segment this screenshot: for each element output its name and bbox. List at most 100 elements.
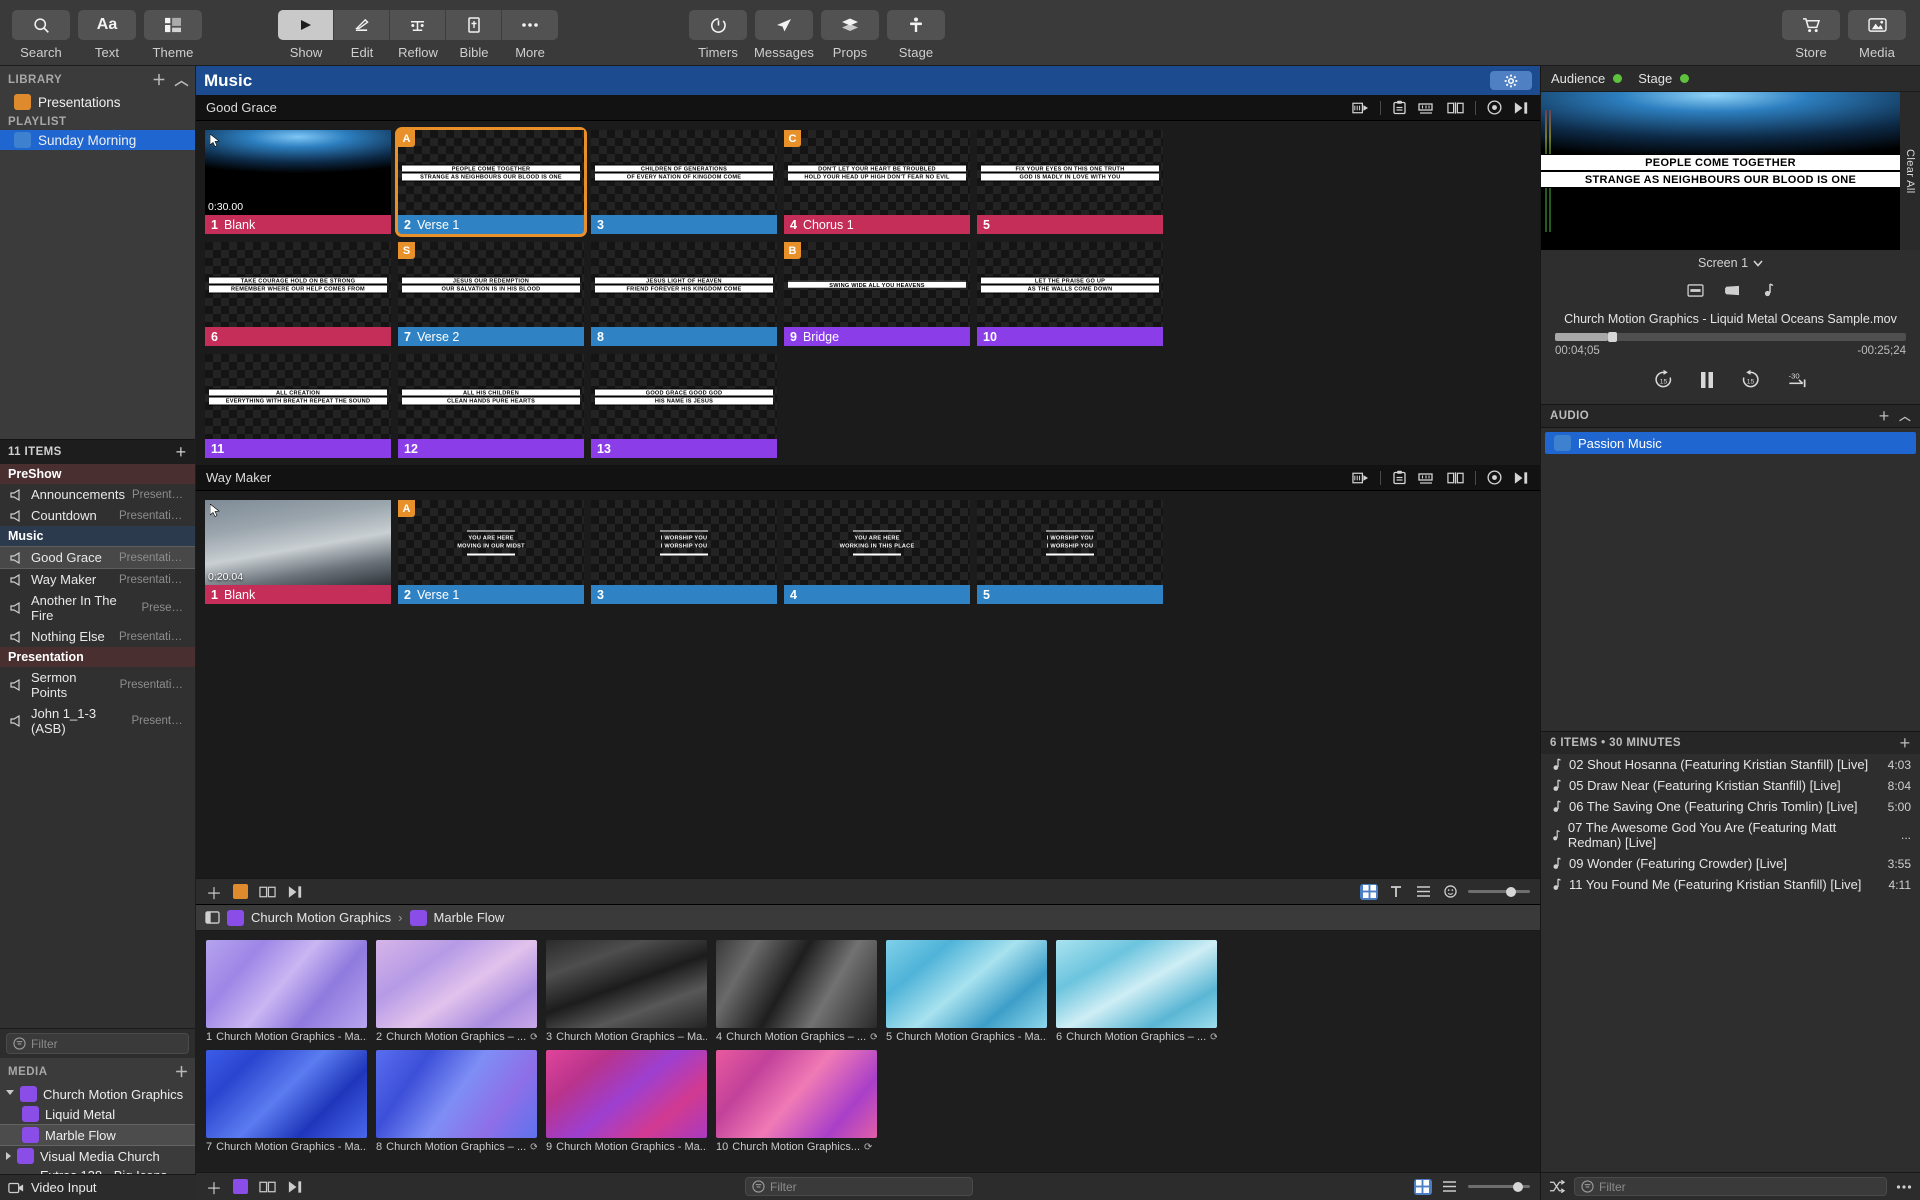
next-slide-icon[interactable] [287, 885, 304, 899]
mode-segmented-control[interactable] [278, 10, 558, 40]
tab-reflow[interactable] [390, 10, 446, 40]
tab-edit[interactable] [334, 10, 390, 40]
slide-item[interactable]: CHILDREN OF GENERATIONS OF EVERY NATION … [591, 130, 777, 234]
slide-item[interactable]: C DON'T LET YOUR HEART BE TROUBLED HOLD … [784, 130, 970, 234]
track-row[interactable]: 02 Shout Hosanna (Featuring Kristian Sta… [1541, 754, 1920, 775]
pause-icon[interactable] [1698, 370, 1716, 390]
timers-button[interactable]: Timers [685, 0, 751, 60]
slide-item[interactable]: I WORSHIP YOU I WORSHIP YOU 5 [977, 500, 1163, 604]
compare-icon[interactable] [1447, 101, 1464, 115]
transition-icon[interactable] [1352, 101, 1369, 115]
next-slide-icon[interactable] [1513, 101, 1530, 115]
back-15-icon[interactable]: 15 [1653, 369, 1674, 390]
media-tree-item-marble-flow[interactable]: Marble Flow [0, 1124, 195, 1146]
screen-selector[interactable]: Screen 1 [1541, 250, 1920, 276]
slide-item[interactable]: LET THE PRAISE GO UP AS THE WALLS COME D… [977, 242, 1163, 346]
media-tree-item-liquid-metal[interactable]: Liquid Metal [0, 1104, 195, 1124]
media-tree-item-church-motion-graphics[interactable]: Church Motion Graphics [0, 1084, 195, 1104]
document-row-way-maker[interactable]: Way Maker Presentations [0, 569, 195, 590]
slide-item[interactable]: A PEOPLE COME TOGETHER STRANGE AS NEIGHB… [395, 127, 587, 237]
arrangement-icon[interactable] [1418, 471, 1436, 485]
media-button[interactable]: Media [1844, 0, 1910, 60]
sidebar-filter-input[interactable]: Filter [6, 1033, 189, 1054]
record-icon[interactable] [1487, 470, 1502, 485]
scrubber-knob[interactable] [1607, 332, 1617, 342]
track-filter-input[interactable]: Filter [1574, 1177, 1887, 1196]
sidebar-toggle-icon[interactable] [205, 911, 220, 924]
record-icon[interactable] [1487, 100, 1502, 115]
disclosure-triangle-icon[interactable] [6, 1089, 14, 1099]
slide-item[interactable]: TAKE COURAGE HOLD ON BE STRONG REMEMBER … [205, 242, 391, 346]
search-button[interactable]: Search [8, 0, 74, 60]
add-library-icon[interactable]: ＋ [152, 70, 167, 90]
forward-15-icon[interactable]: 15 [1740, 369, 1761, 390]
slide-item[interactable]: YOU ARE HERE WORKING IN THIS PLACE 4 [784, 500, 970, 604]
breadcrumb-playlist[interactable]: Marble Flow [434, 910, 505, 925]
tab-show[interactable] [278, 10, 334, 40]
track-row[interactable]: 11 You Found Me (Featuring Kristian Stan… [1541, 874, 1920, 895]
slides-scroll-area[interactable]: Good Grace 0:30.00 1 Blank A PEOPLE COME… [196, 95, 1540, 878]
slider-knob[interactable] [1512, 1181, 1523, 1192]
clear-all-button[interactable]: Clear All [1900, 92, 1920, 250]
tab-slides-icon[interactable] [1687, 283, 1704, 297]
slider-knob[interactable] [1506, 886, 1517, 897]
slide-item[interactable]: I WORSHIP YOU I WORSHIP YOU 3 [591, 500, 777, 604]
media-item[interactable]: 4 Church Motion Graphics – ... ⟳ [716, 940, 877, 1043]
sidebar-item-sunday-morning[interactable]: Sunday Morning [0, 130, 195, 150]
text-view-button[interactable] [1387, 884, 1405, 900]
next-item-icon[interactable] [287, 1180, 304, 1194]
track-row[interactable]: 07 The Awesome God You Are (Featuring Ma… [1541, 817, 1920, 853]
grid-view-button[interactable] [1360, 883, 1378, 900]
slide-item[interactable]: JESUS LIGHT OF HEAVEN FRIEND FOREVER HIS… [591, 242, 777, 346]
output-preview[interactable]: PEOPLE COME TOGETHER STRANGE AS NEIGHBOU… [1541, 92, 1900, 250]
media-item[interactable]: 6 Church Motion Graphics – ... ⟳ [1056, 940, 1217, 1043]
slide-item[interactable]: ALL HIS CHILDREN CLEAN HANDS PURE HEARTS… [398, 354, 584, 458]
playlist-settings-button[interactable] [1490, 71, 1532, 90]
clipboard-icon[interactable] [1392, 100, 1407, 115]
stage-button[interactable]: Stage [883, 0, 949, 60]
document-row-nothing-else[interactable]: Nothing Else Presentations [0, 626, 195, 647]
slide-item[interactable]: A YOU ARE HERE MOVING IN OUR MIDST 2 Ver… [398, 500, 584, 604]
add-media-icon[interactable]: ＋ [175, 1062, 190, 1082]
media-filter-input[interactable]: Filter [745, 1177, 973, 1196]
tab-messages-icon[interactable] [1724, 284, 1741, 297]
add-track-icon[interactable]: ＋ [1899, 735, 1911, 751]
arrangement-icon[interactable] [259, 1180, 276, 1194]
document-row-sermon-points[interactable]: Sermon Points Presentations [0, 667, 195, 703]
media-item[interactable]: 3 Church Motion Graphics – Ma... [546, 940, 707, 1043]
slide-item[interactable]: FIX YOUR EYES ON THIS ONE TRUTH GOD IS M… [977, 130, 1163, 234]
emoji-view-button[interactable] [1441, 884, 1459, 900]
song-header-way-maker[interactable]: Way Maker [196, 465, 1540, 491]
transition-icon[interactable] [1352, 471, 1369, 485]
document-row-countdown[interactable]: Countdown Presentations [0, 505, 195, 526]
media-zoom-slider[interactable] [1467, 1181, 1530, 1192]
audio-playlist-selected[interactable]: Passion Music [1545, 432, 1916, 454]
sidebar-item-presentations[interactable]: Presentations [0, 92, 195, 112]
text-button[interactable]: Aa Text [74, 0, 140, 60]
media-item[interactable]: 9 Church Motion Graphics - Ma... [546, 1050, 707, 1153]
media-list-view-button[interactable] [1441, 1179, 1459, 1195]
presentation-color-swatch[interactable] [233, 884, 249, 899]
add-audio-icon[interactable]: ＋ [1878, 408, 1890, 424]
arrangement-icon[interactable] [259, 885, 276, 899]
theme-button[interactable]: Theme [140, 0, 206, 60]
breadcrumb-folder[interactable]: Church Motion Graphics [251, 910, 391, 925]
messages-button[interactable]: Messages [751, 0, 817, 60]
store-button[interactable]: Store [1778, 0, 1844, 60]
tab-bible[interactable] [446, 10, 502, 40]
document-row-john-1-1-3[interactable]: John 1_1-3 (ASB) Presentati... [0, 703, 195, 739]
tab-more[interactable] [502, 10, 558, 40]
media-item[interactable]: 2 Church Motion Graphics – ... ⟳ [376, 940, 537, 1043]
media-item[interactable]: 7 Church Motion Graphics - Ma... [206, 1050, 367, 1153]
track-row[interactable]: 05 Draw Near (Featuring Kristian Stanfil… [1541, 775, 1920, 796]
compare-icon[interactable] [1447, 471, 1464, 485]
media-grid-view-button[interactable] [1413, 1178, 1432, 1195]
collapse-audio-icon[interactable]: ︿ [1899, 408, 1911, 424]
media-item[interactable]: 8 Church Motion Graphics – ... ⟳ [376, 1050, 537, 1153]
slide-zoom-slider[interactable] [1468, 886, 1530, 897]
slide-item[interactable]: B SWING WIDE ALL YOU HEAVENS 9 Bridge [784, 242, 970, 346]
next-slide-icon[interactable] [1513, 471, 1530, 485]
slide-item[interactable]: ALL CREATION EVERYTHING WITH BREATH REPE… [205, 354, 391, 458]
slide-item[interactable]: GOOD GRACE GOOD GOD HIS NAME IS JESUS 13 [591, 354, 777, 458]
document-row-announcements[interactable]: Announcements Presentatio... [0, 484, 195, 505]
